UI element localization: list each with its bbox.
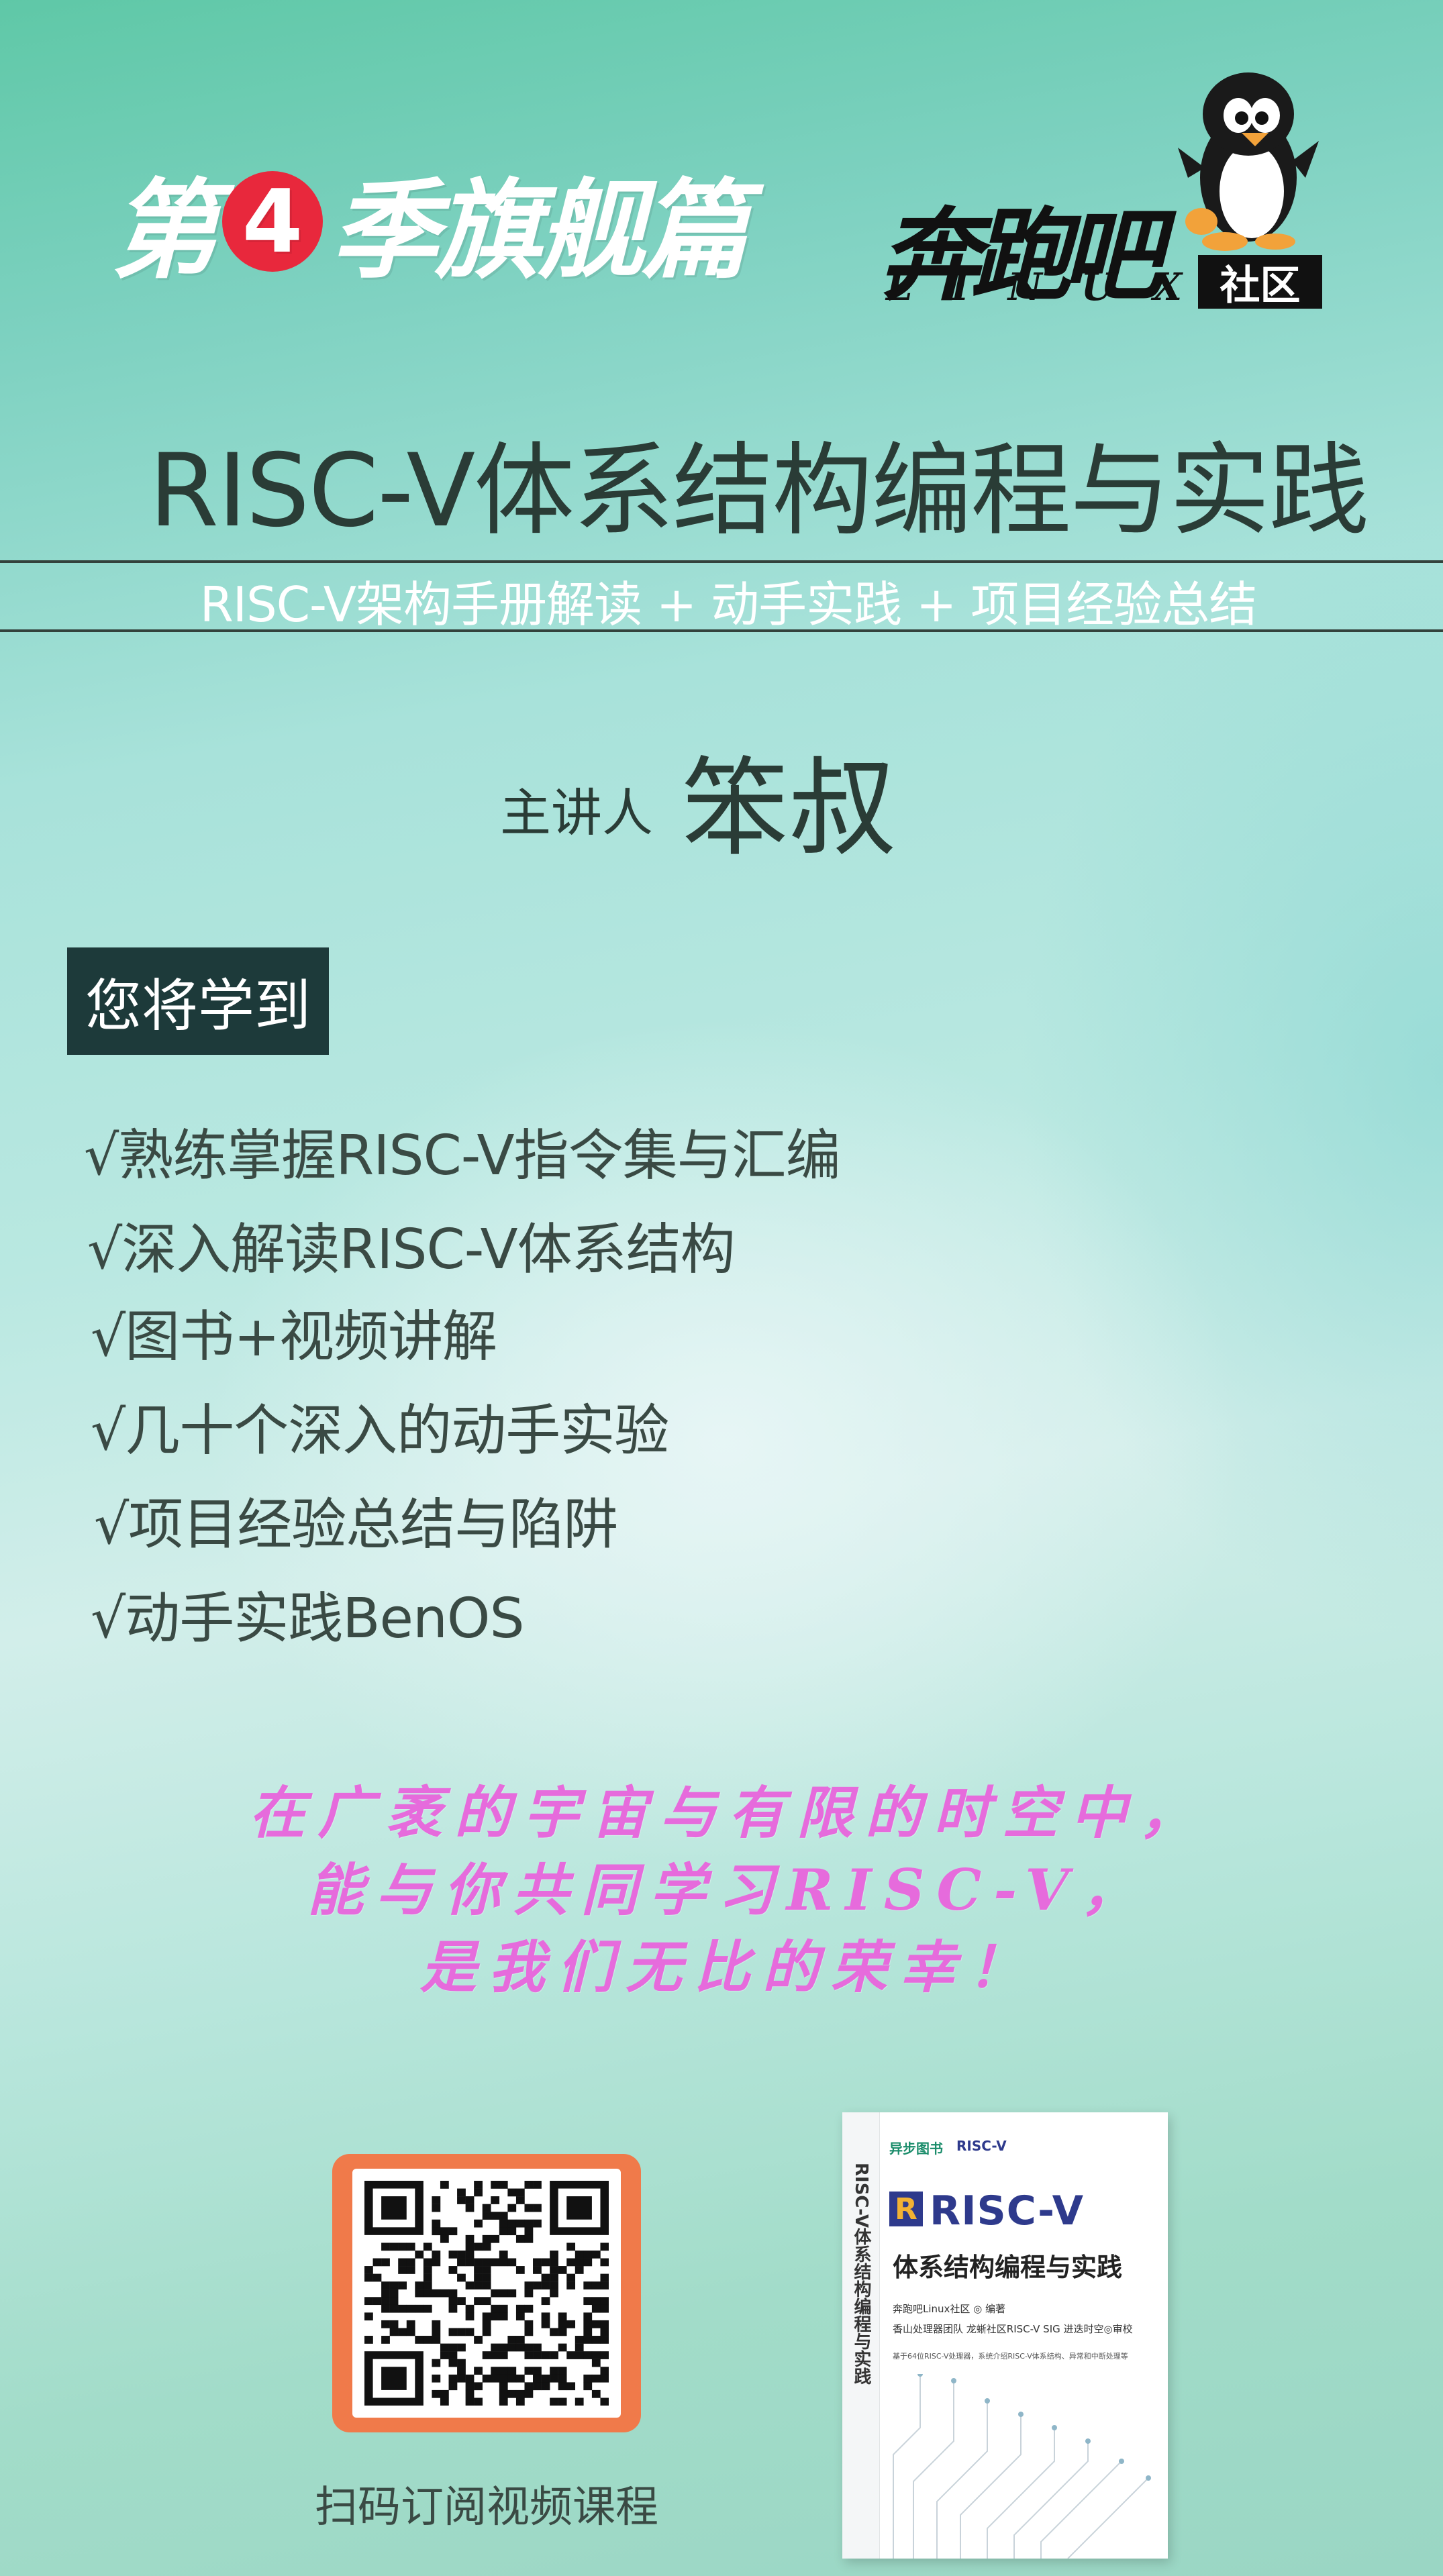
- qr-caption: 扫码订阅视频课程: [315, 2483, 658, 2532]
- title-divider-top: [0, 560, 1443, 563]
- qr-code-icon: [364, 2181, 609, 2406]
- book-cover: RISC-V体系结构编程与实践 异步图书 RISC-V R RISC-V 体系结…: [842, 2112, 1168, 2559]
- learn-heading: 您将学到: [67, 947, 329, 1055]
- title-divider-bottom: [0, 629, 1443, 632]
- season-number-badge: 4: [222, 170, 324, 272]
- book-author: 奔跑吧Linux社区 ◎ 编著: [893, 2303, 1006, 2315]
- page-subtitle: RISC-V架构手册解读 + 动手实践 + 项目经验总结: [199, 576, 1257, 633]
- penguin-mascot-icon: [1178, 72, 1319, 251]
- book-brand: RISC-V: [930, 2187, 1085, 2234]
- book-publisher-logo: RISC-V: [956, 2138, 1007, 2154]
- book-description: 基于64位RISC-V处理器，系统介绍RISC-V体系结构、异常和中断处理等: [893, 2352, 1128, 2361]
- learn-item: √熟练掌握RISC-V指令集与汇编: [84, 1124, 841, 1188]
- qr-code[interactable]: [332, 2154, 641, 2432]
- speaker-name: 笨叔: [681, 745, 897, 871]
- learn-item: √图书+视频讲解: [91, 1305, 497, 1369]
- logo-community-badge: 社区: [1198, 255, 1322, 309]
- community-logo: 奔跑吧 LINUX 社区: [879, 60, 1322, 315]
- learn-item: √深入解读RISC-V体系结构: [87, 1218, 736, 1282]
- learn-item: √几十个深入的动手实验: [91, 1399, 669, 1463]
- learn-item: √动手实践BenOS: [91, 1587, 525, 1651]
- book-publisher: 异步图书: [889, 2141, 943, 2157]
- book-title: 体系结构编程与实践: [893, 2253, 1123, 2282]
- book-reviewers: 香山处理器团队 龙蜥社区RISC-V SIG 进迭时空◎审校: [893, 2323, 1133, 2335]
- book-brand-mark-icon: R: [889, 2192, 923, 2226]
- slogan-line: 能与你共同学习RISC-V，: [307, 1857, 1150, 1923]
- speaker-label: 主讲人: [500, 783, 653, 843]
- season-prefix: 第: [111, 168, 218, 293]
- season-suffix: 季旗舰篇: [331, 168, 748, 293]
- season-title: 第 4 季旗舰篇: [111, 154, 748, 293]
- page-title: RISC-V体系结构编程与实践: [148, 433, 1369, 550]
- logo-linux-text: LINUX: [886, 265, 1222, 309]
- learn-item: √项目经验总结与陷阱: [94, 1493, 618, 1557]
- book-spine-title: RISC-V体系结构编程与实践: [851, 2163, 871, 2385]
- circuit-lines-icon: [893, 2374, 1151, 2559]
- slogan-line: 是我们无比的荣幸！: [419, 1934, 1036, 2000]
- slogan-line: 在广袤的宇宙与有限的时空中，: [248, 1780, 1207, 1846]
